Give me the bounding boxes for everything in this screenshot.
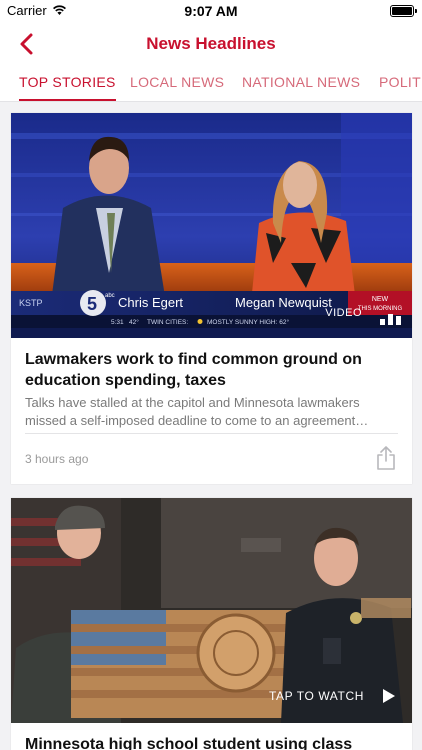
status-bar: Carrier 9:07 AM (0, 0, 422, 22)
story-headline[interactable]: Lawmakers work to find common ground on … (25, 349, 400, 391)
category-tabs: TOP STORIES LOCAL NEWS NATIONAL NEWS POL… (0, 66, 422, 102)
tab-politics[interactable]: POLITI (379, 74, 422, 101)
ticker-city: TWIN CITIES: (147, 319, 188, 326)
navigation-bar: News Headlines (0, 22, 422, 66)
anchor-name-1: Chris Egert (118, 295, 183, 310)
share-button[interactable] (374, 445, 398, 471)
tab-national-news[interactable]: NATIONAL NEWS (242, 74, 360, 101)
anchor-name-2: Megan Newquist (235, 295, 332, 310)
card-divider (25, 433, 398, 434)
page-title: News Headlines (146, 34, 276, 53)
network-label: abc (105, 293, 115, 299)
story-card[interactable]: TAP TO WATCH Minnesota high school stude… (11, 498, 412, 750)
share-icon (377, 446, 395, 470)
channel-number: 5 (87, 294, 97, 314)
battery-icon (390, 5, 417, 17)
story-timestamp: 3 hours ago (25, 452, 89, 466)
tab-local-news[interactable]: LOCAL NEWS (130, 74, 224, 101)
ticker-time: 5:31 (111, 319, 124, 326)
video-bars-icon (380, 314, 401, 325)
ticker-temp: 42° (129, 318, 139, 326)
tab-top-stories[interactable]: TOP STORIES (19, 74, 116, 101)
station-label: KSTP (19, 298, 43, 308)
video-label: VIDEO (325, 307, 362, 319)
story-video-thumbnail[interactable]: TAP TO WATCH (11, 498, 412, 723)
story-headline[interactable]: Minnesota high school student using clas… (25, 734, 400, 750)
story-summary: Talks have stalled at the capitol and Mi… (25, 395, 369, 428)
clock: 9:07 AM (184, 3, 238, 19)
ticker-forecast: MOSTLY SUNNY HIGH: 62° (207, 318, 289, 326)
badge-line-1: NEW (372, 296, 389, 303)
story-video-thumbnail[interactable]: KSTP 5 abc Chris Egert Megan Newquist NE… (11, 113, 412, 338)
news-broadcast-image: KSTP 5 abc Chris Egert Megan Newquist NE… (11, 113, 412, 338)
play-icon[interactable] (382, 688, 396, 704)
tap-to-watch-label: TAP TO WATCH (269, 689, 364, 703)
story-card[interactable]: KSTP 5 abc Chris Egert Megan Newquist NE… (11, 113, 412, 484)
